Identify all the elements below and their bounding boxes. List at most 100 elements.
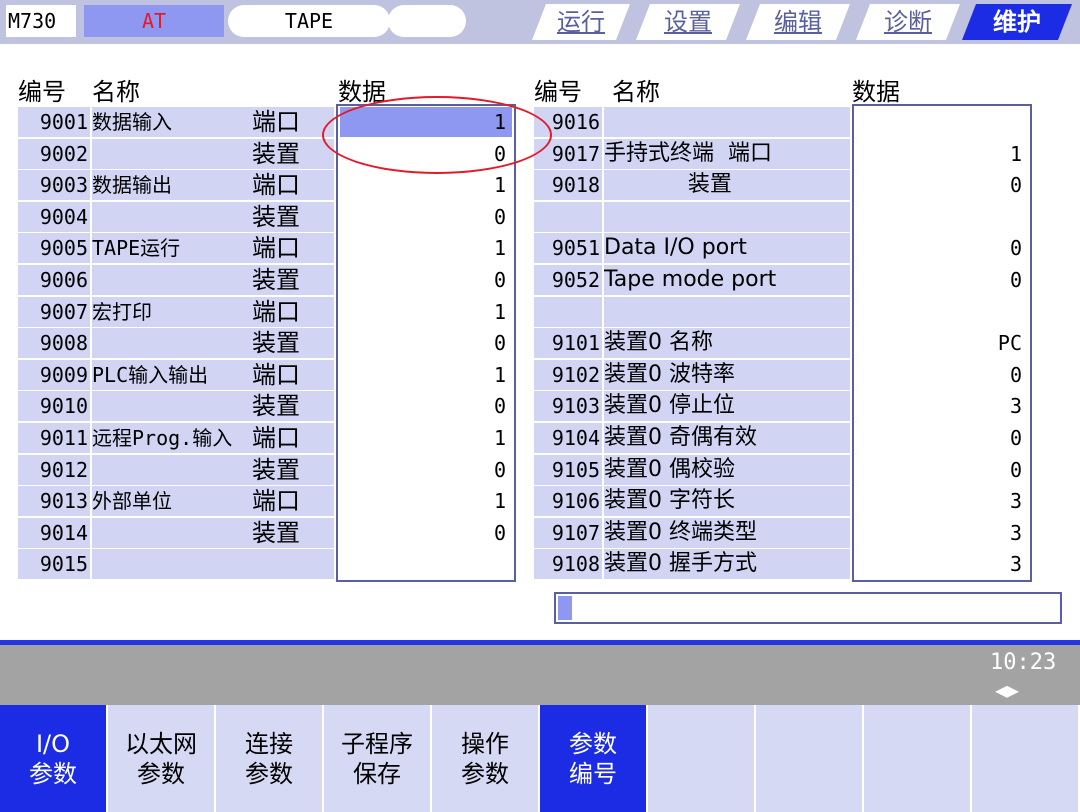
param-value-cell[interactable]: 3: [856, 391, 1028, 422]
param-value-cell[interactable]: 0: [340, 454, 512, 485]
softkey-9[interactable]: [864, 705, 972, 812]
machine-model: M730: [6, 5, 76, 37]
param-unit: 端口: [252, 424, 300, 452]
param-unit: 装置: [252, 266, 300, 294]
param-name: [92, 549, 334, 580]
softkey-4[interactable]: 子程序 保存: [324, 705, 432, 812]
param-value-cell[interactable]: 1: [340, 359, 512, 390]
softkey-1[interactable]: I/O 参数: [0, 705, 108, 812]
param-value-cell[interactable]: 0: [856, 454, 1028, 485]
param-number: 9015: [18, 549, 90, 580]
param-value-cell[interactable]: [856, 201, 1028, 232]
blank-indicator: [388, 5, 466, 37]
param-name: 装置0 停止位: [604, 391, 850, 422]
param-value-cell[interactable]: 0: [856, 265, 1028, 295]
param-unit: 端口: [252, 360, 300, 389]
param-number: 9004: [18, 201, 90, 232]
softkey-label-line1: 参数: [569, 729, 617, 758]
param-name: Tape mode port: [604, 265, 850, 295]
param-name: [604, 201, 850, 232]
page-arrows-icon[interactable]: ◀▶: [995, 678, 1019, 702]
param-number: 9012: [18, 454, 90, 485]
softkey-2[interactable]: 以太网 参数: [108, 705, 216, 812]
softkey-label-line1: 以太网: [125, 729, 197, 758]
param-number: 9105: [534, 454, 602, 485]
param-value-cell[interactable]: PC: [856, 328, 1028, 359]
softkey-6[interactable]: 参数 编号: [540, 705, 648, 812]
softkey-label-line2: 参数: [245, 759, 293, 788]
param-unit: 装置: [252, 202, 300, 231]
param-unit: 装置: [252, 455, 300, 484]
softkey-label-line1: 连接: [245, 729, 293, 758]
operation-mode-badge: AT: [84, 5, 224, 37]
tab-run[interactable]: 运行: [532, 4, 630, 40]
param-value-cell[interactable]: 3: [856, 549, 1028, 580]
param-value-cell[interactable]: 1: [340, 423, 512, 453]
param-value-cell[interactable]: 1: [340, 486, 512, 517]
param-value-cell[interactable]: 1: [340, 170, 512, 201]
param-unit: 装置: [252, 329, 300, 358]
param-value-cell[interactable]: 0: [340, 517, 512, 548]
param-number: 9104: [534, 423, 602, 453]
softkey-8[interactable]: [756, 705, 864, 812]
tab-setup[interactable]: 设置: [636, 4, 740, 40]
param-value-cell[interactable]: 3: [856, 517, 1028, 548]
tab-edit[interactable]: 编辑: [746, 4, 850, 40]
param-number: 9001: [18, 107, 90, 137]
param-number: 9009: [18, 359, 90, 390]
param-number: 9005: [18, 233, 90, 264]
param-name: 装置0 名称: [604, 328, 850, 359]
param-value-cell[interactable]: 0: [856, 233, 1028, 264]
softkey-3[interactable]: 连接 参数: [216, 705, 324, 812]
softkey-label-line2: 编号: [569, 759, 617, 788]
param-value-cell[interactable]: 0: [856, 170, 1028, 201]
param-unit: 端口: [252, 487, 300, 516]
highlight-annotation-ellipse: [322, 96, 552, 174]
param-number: 9052: [534, 265, 602, 295]
param-number: [534, 201, 602, 232]
param-value-cell[interactable]: [340, 549, 512, 580]
param-number: 9101: [534, 328, 602, 359]
softkey-label-line1: I/O: [35, 729, 71, 758]
tape-mode-indicator: TAPE: [228, 5, 390, 37]
softkey-10[interactable]: [972, 705, 1080, 812]
softkey-5[interactable]: 操作 参数: [432, 705, 540, 812]
param-unit: 端口: [252, 108, 300, 136]
param-number: 9003: [18, 170, 90, 201]
param-number: 9002: [18, 138, 90, 169]
param-value-cell[interactable]: 0: [856, 423, 1028, 453]
right-header-name: 名称: [612, 78, 660, 106]
param-number: 9010: [18, 391, 90, 422]
param-number: 9006: [18, 265, 90, 295]
param-value-cell[interactable]: 0: [856, 359, 1028, 390]
param-number: 9007: [18, 296, 90, 327]
param-name: 手持式终端 端口: [604, 138, 850, 169]
param-value-cell[interactable]: 1: [340, 233, 512, 264]
softkey-7[interactable]: [648, 705, 756, 812]
input-field[interactable]: [554, 592, 1062, 624]
param-name: 装置0 终端类型: [604, 517, 850, 548]
tab-diagnosis[interactable]: 诊断: [856, 4, 960, 40]
softkey-label-line2: 参数: [29, 759, 77, 788]
param-value-cell[interactable]: 0: [340, 265, 512, 295]
param-value-cell[interactable]: [856, 107, 1028, 137]
param-value-cell[interactable]: 3: [856, 486, 1028, 517]
param-value-cell[interactable]: 1: [856, 138, 1028, 169]
param-number: 9011: [18, 423, 90, 453]
tab-maintenance[interactable]: 维护: [962, 4, 1072, 40]
param-value-cell[interactable]: 0: [340, 328, 512, 359]
right-header-data: 数据: [852, 78, 900, 106]
param-number: 9018: [534, 170, 602, 201]
param-unit: 端口: [252, 297, 300, 326]
left-header-no: 编号: [18, 78, 66, 106]
param-number: 9014: [18, 517, 90, 548]
left-header-name: 名称: [92, 78, 140, 106]
input-cursor: [558, 596, 572, 620]
param-value-cell[interactable]: 0: [340, 201, 512, 232]
param-name: 装置: [604, 170, 850, 201]
clock: 10:23: [990, 650, 1057, 675]
param-value-cell[interactable]: [856, 296, 1028, 327]
softkey-label-line1: 操作: [461, 729, 509, 758]
param-value-cell[interactable]: 1: [340, 296, 512, 327]
param-value-cell[interactable]: 0: [340, 391, 512, 422]
